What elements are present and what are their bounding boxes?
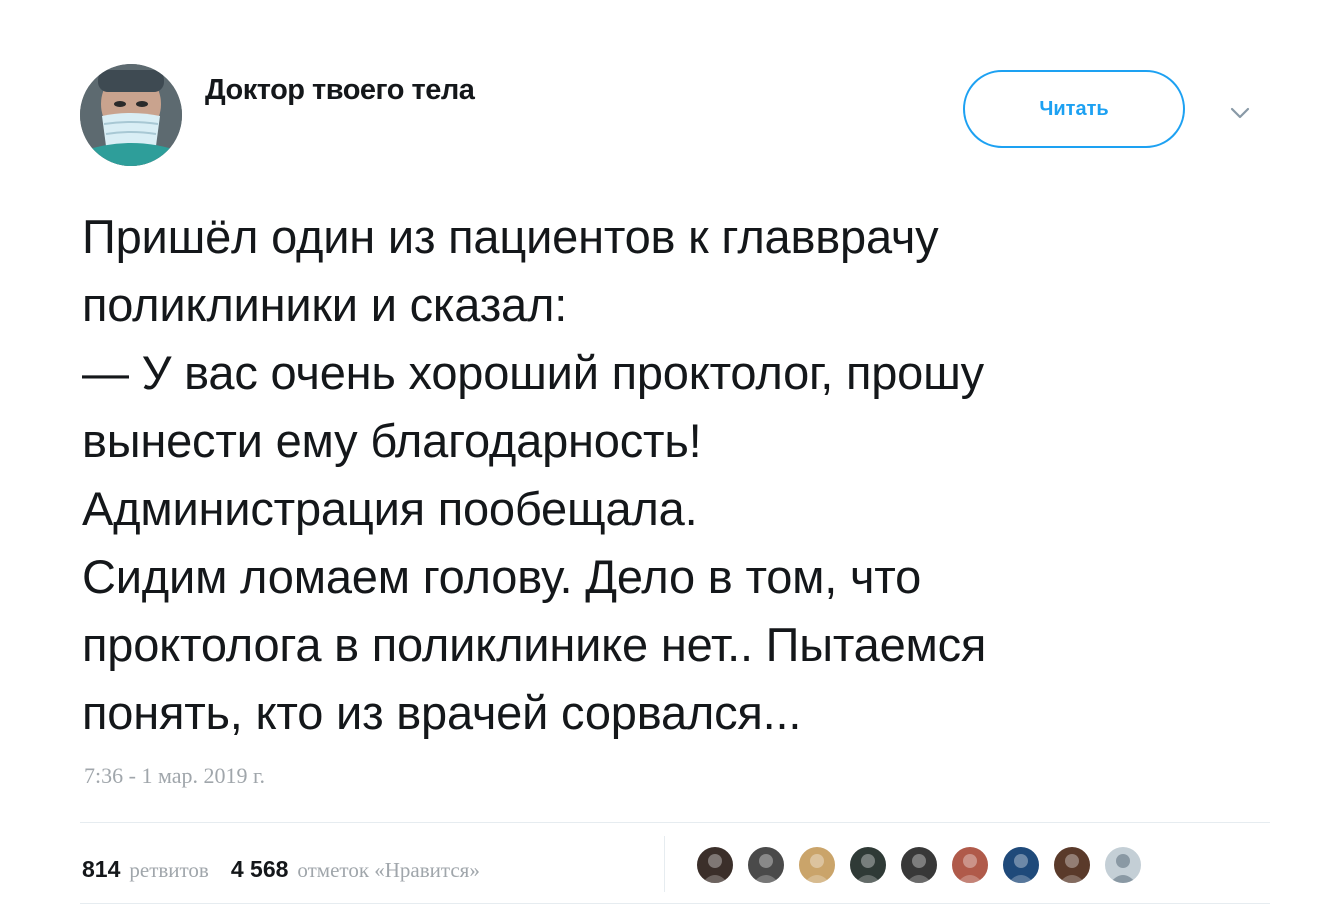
likes-count[interactable]: 4 568 <box>231 856 289 883</box>
user-silhouette-icon <box>702 854 728 883</box>
liker-avatar[interactable] <box>899 845 939 885</box>
user-silhouette-icon <box>753 854 779 883</box>
tweet-line: Сидим ломаем голову. Дело в том, что <box>82 550 922 603</box>
tweet-line: Администрация пообещала. <box>82 482 698 535</box>
author-name[interactable]: Доктор твоего тела <box>205 74 475 107</box>
tweet-line: — У вас очень хороший проктолог, прошу <box>82 346 984 399</box>
user-silhouette-icon <box>1110 854 1136 883</box>
liker-avatar[interactable] <box>848 845 888 885</box>
tweet-text: Пришёл один из пациентов к главврачу пол… <box>82 203 1292 747</box>
tweet-timestamp[interactable]: 7:36 - 1 мар. 2019 г. <box>84 763 265 789</box>
divider <box>80 903 1270 904</box>
tweet-stats: 814 ретвитов 4 568 отметок «Нравится» <box>82 856 502 883</box>
liker-avatar[interactable] <box>695 845 735 885</box>
retweets-count[interactable]: 814 <box>82 856 120 883</box>
liker-avatar[interactable] <box>1103 845 1143 885</box>
author-avatar[interactable] <box>80 64 182 166</box>
follow-button[interactable]: Читать <box>963 70 1185 148</box>
tweet-line: Пришёл один из пациентов к главврачу <box>82 210 939 263</box>
user-silhouette-icon <box>855 854 881 883</box>
liker-avatar[interactable] <box>797 845 837 885</box>
tweet-line: вынести ему благодарность! <box>82 414 702 467</box>
tweet-line: поликлиники и сказал: <box>82 278 568 331</box>
liker-avatar[interactable] <box>746 845 786 885</box>
chevron-down-icon[interactable] <box>1228 104 1252 122</box>
user-silhouette-icon <box>906 854 932 883</box>
user-silhouette-icon <box>1008 854 1034 883</box>
divider <box>80 822 1270 823</box>
tweet-card: Доктор твоего тела Читать Пришёл один из… <box>0 0 1340 923</box>
tweet-line: понять, кто из врачей сорвался... <box>82 686 802 739</box>
doctor-avatar-icon <box>80 64 182 166</box>
user-silhouette-icon <box>804 854 830 883</box>
user-silhouette-icon <box>1059 854 1085 883</box>
stats-separator <box>664 836 665 892</box>
liker-avatar[interactable] <box>1052 845 1092 885</box>
likes-label[interactable]: отметок «Нравится» <box>297 858 479 883</box>
liker-avatars <box>695 845 1154 885</box>
liker-avatar[interactable] <box>950 845 990 885</box>
user-silhouette-icon <box>957 854 983 883</box>
tweet-line: проктолога в поликлинике нет.. Пытаемся <box>82 618 987 671</box>
retweets-label[interactable]: ретвитов <box>129 858 208 883</box>
liker-avatar[interactable] <box>1001 845 1041 885</box>
